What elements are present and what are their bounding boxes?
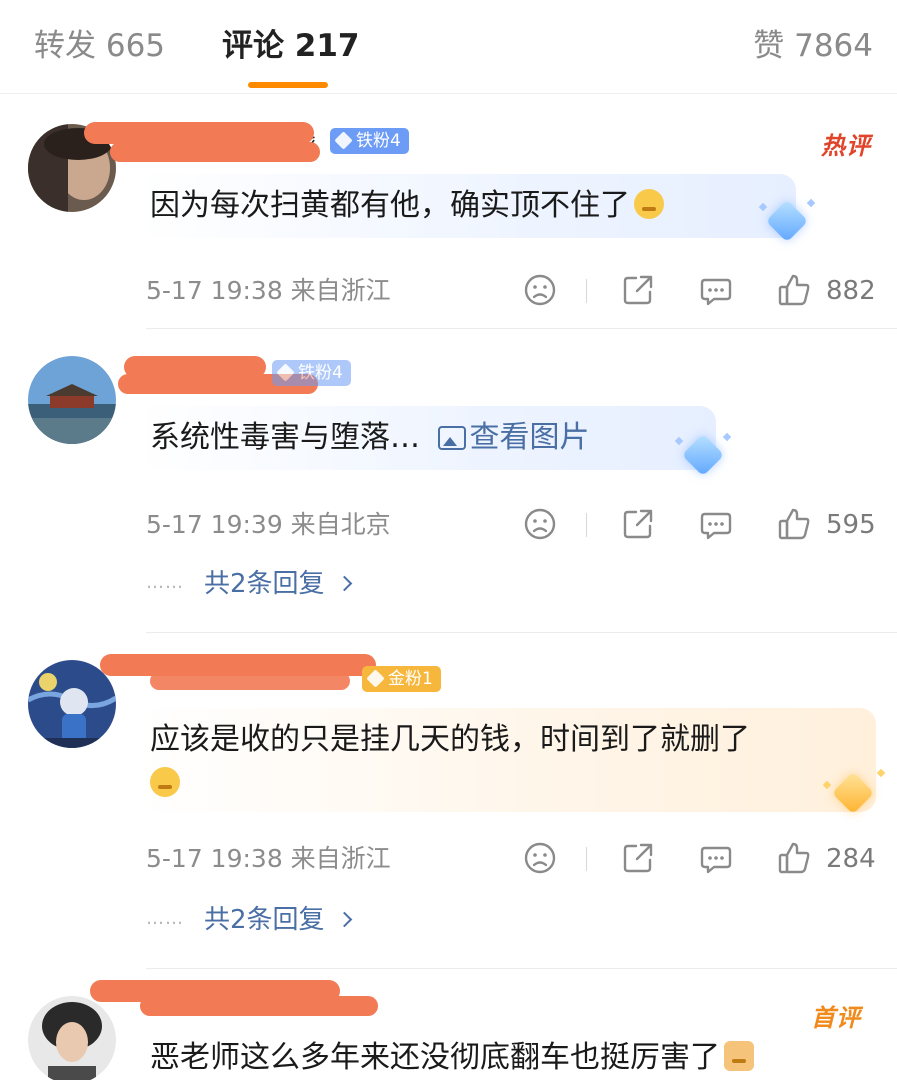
like-count: 595: [826, 510, 876, 540]
share-icon: [623, 843, 653, 873]
reply-icon: [700, 846, 732, 874]
divider: [146, 632, 897, 633]
reply-button[interactable]: [698, 506, 734, 546]
divider: [146, 968, 897, 969]
like-icon: [778, 274, 810, 306]
like-button[interactable]: [776, 840, 812, 880]
fan-badge: 铁粉4: [272, 360, 351, 386]
dislike-icon: [524, 842, 556, 874]
divider: [586, 279, 587, 303]
dislike-button[interactable]: [522, 840, 558, 880]
divider: [586, 847, 587, 871]
chevron-right-icon: [336, 575, 352, 592]
comment-meta: 5-17 19:38 来自浙江: [146, 844, 391, 873]
share-button[interactable]: [620, 272, 656, 312]
fan-badge: 铁粉4: [330, 128, 409, 154]
dislike-button[interactable]: [522, 272, 558, 312]
redacted-username: [110, 142, 320, 162]
reply-icon: [700, 278, 732, 306]
avatar[interactable]: [28, 996, 116, 1080]
chevron-right-icon: [336, 911, 352, 928]
view-image-link[interactable]: 查看图片: [430, 420, 590, 455]
redacted-username: [150, 672, 350, 690]
image-icon: [437, 426, 466, 450]
bubble-decoration: [674, 430, 736, 480]
diamond-icon: [276, 363, 295, 382]
redacted-username: [140, 996, 378, 1016]
comment-text: 应该是收的只是挂几天的钱，时间到了就删了: [136, 708, 876, 812]
dislike-icon: [524, 508, 556, 540]
comment-actions: 595: [520, 506, 880, 546]
comment-meta: 5-17 19:39 来自北京: [146, 510, 391, 539]
comment-actions: 284: [520, 840, 880, 880]
crying-emoji-icon: [634, 189, 664, 219]
tab-like[interactable]: 赞 7864: [753, 26, 873, 66]
like-button[interactable]: [776, 506, 812, 546]
comment-text: 因为每次扫黄都有他，确实顶不住了: [136, 174, 796, 238]
share-icon: [623, 275, 653, 305]
dislike-icon: [524, 274, 556, 306]
view-replies-link[interactable]: …… 共2条回复: [146, 566, 352, 601]
active-tab-indicator: [248, 82, 328, 88]
thinking-emoji-icon: [150, 767, 180, 797]
reply-icon: [700, 512, 732, 540]
redacted-username: [84, 122, 314, 144]
like-icon: [778, 508, 810, 540]
fan-badge: 金粉1: [362, 666, 441, 692]
thumbs-up-emoji-icon: [724, 1041, 754, 1071]
avatar[interactable]: [28, 356, 116, 444]
bubble-decoration: [758, 196, 820, 246]
comment-tabs: 转发 665 评论 217 赞 7864: [0, 0, 897, 94]
reply-button[interactable]: [698, 840, 734, 880]
view-replies-link[interactable]: …… 共2条回复: [146, 902, 352, 937]
tab-repost[interactable]: 转发 665: [34, 26, 165, 66]
hot-comment-tag: 热评: [821, 132, 871, 160]
reply-button[interactable]: [698, 272, 734, 312]
first-comment-tag: 首评: [811, 1004, 861, 1032]
share-icon: [623, 509, 653, 539]
divider: [146, 328, 897, 329]
reply-dots: ……: [146, 908, 184, 929]
crown-icon: [366, 669, 385, 688]
comment-text: 系统性毒害与堕落… 查看图片: [136, 406, 716, 470]
share-button[interactable]: [620, 506, 656, 546]
diamond-icon: [334, 131, 353, 150]
divider: [586, 513, 587, 537]
like-button[interactable]: [776, 272, 812, 312]
comment-text: 恶老师这么多年来还没彻底翻车也挺厉害了: [136, 1034, 876, 1080]
dislike-button[interactable]: [522, 506, 558, 546]
reply-dots: ……: [146, 572, 184, 593]
bubble-decoration: [820, 768, 890, 818]
comment-meta: 5-17 19:38 来自浙江: [146, 276, 391, 305]
comment-actions: 882: [520, 272, 880, 312]
like-count: 284: [826, 844, 876, 874]
like-count: 882: [826, 276, 876, 306]
like-icon: [778, 842, 810, 874]
share-button[interactable]: [620, 840, 656, 880]
